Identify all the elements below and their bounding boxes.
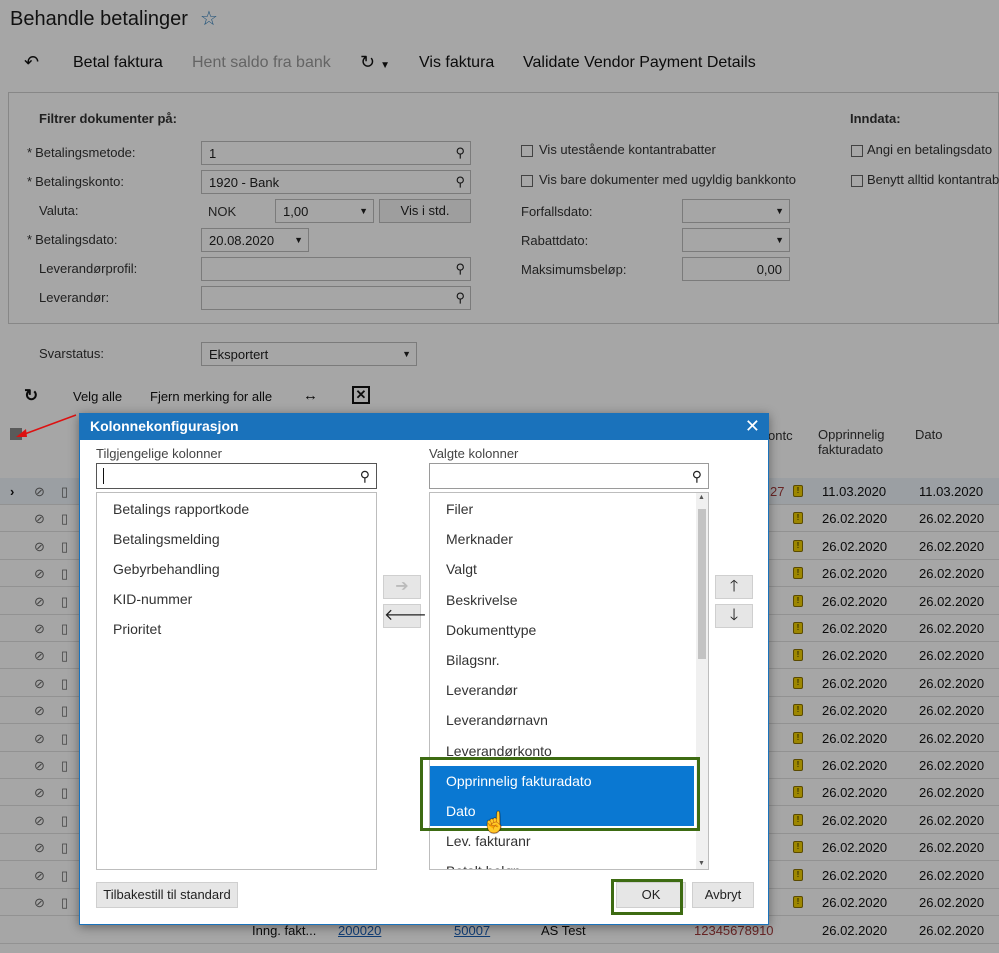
list-item[interactable]: Bilagsnr. [430, 645, 694, 675]
highlight-selected-columns [420, 757, 700, 831]
close-icon[interactable]: ✕ [745, 416, 760, 437]
list-item[interactable]: Dokumenttype [430, 615, 694, 645]
move-left-button[interactable]: 🡐 [383, 604, 427, 628]
list-item[interactable]: Prioritet [97, 614, 376, 644]
move-down-button[interactable]: 🡓 [715, 604, 753, 628]
list-item[interactable]: Merknader [430, 524, 694, 554]
selected-label: Valgte kolonner [429, 446, 519, 461]
scroll-up-icon[interactable]: ▲ [698, 494, 705, 501]
list-item[interactable]: Leverandør [430, 675, 694, 705]
cancel-button[interactable]: Avbryt [692, 882, 754, 908]
list-item[interactable]: Betalings rapportkode [97, 494, 376, 524]
search-icon[interactable]: ⚲ [692, 468, 702, 485]
text-cursor [103, 468, 104, 484]
list-item[interactable]: Betalt beløp [430, 856, 694, 869]
highlight-ok-button [611, 879, 683, 915]
reset-default-button[interactable]: Tilbakestill til standard [96, 882, 238, 908]
scrollbar-thumb[interactable] [698, 509, 706, 659]
list-item[interactable]: Gebyrbehandling [97, 554, 376, 584]
available-list[interactable]: Betalings rapportkode Betalingsmelding Geb… [96, 492, 377, 870]
available-search-input[interactable]: ⚲ [96, 463, 377, 489]
scroll-down-icon[interactable]: ▼ [698, 860, 705, 867]
list-item[interactable]: Beskrivelse [430, 585, 694, 615]
selected-search-input[interactable]: ⚲ [429, 463, 709, 489]
search-icon[interactable]: ⚲ [360, 468, 370, 485]
move-right-button[interactable]: ➔ [383, 575, 421, 599]
list-item[interactable]: KID-nummer [97, 584, 376, 614]
annotation-arrow [16, 414, 77, 437]
column-config-dialog: Kolonnekonfigurasjon ✕ Tilgjengelige kol… [79, 413, 769, 925]
move-up-button[interactable]: 🡑 [715, 575, 753, 599]
dialog-header: Kolonnekonfigurasjon ✕ [80, 414, 768, 440]
list-item[interactable]: Leverandørnavn [430, 705, 694, 735]
list-item[interactable]: Filer [430, 494, 694, 524]
hand-cursor-icon: ☝ [482, 812, 507, 834]
list-item[interactable]: Betalingsmelding [97, 524, 376, 554]
list-item[interactable]: Valgt [430, 554, 694, 584]
available-label: Tilgjengelige kolonner [96, 446, 222, 461]
dialog-title: Kolonnekonfigurasjon [90, 418, 239, 434]
